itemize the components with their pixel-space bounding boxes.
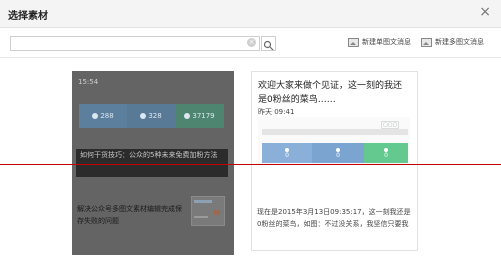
promo-text: 如何干货技巧：公众的5种未来免费加粉方法	[80, 151, 218, 159]
dialog-title: 选择素材	[8, 11, 48, 22]
search-input[interactable]	[11, 43, 237, 56]
card-time: 15:54	[78, 78, 99, 86]
user-icon	[140, 113, 147, 119]
close-icon[interactable]: ×	[479, 4, 491, 20]
article-title: 解决公众号多图文素材编辑完成保存失败的问题	[77, 205, 182, 225]
dialog-titlebar: 选择素材 ×	[0, 0, 501, 28]
cover-bar	[262, 129, 408, 135]
new-multi-button[interactable]: 新建多图文消息	[421, 37, 484, 47]
stat-item: 0	[262, 143, 312, 163]
toolbar-divider	[0, 57, 501, 58]
thumbnail-detail	[194, 200, 212, 203]
cover-stats: 0 0 0	[262, 143, 408, 163]
thumbnail-detail	[194, 216, 208, 218]
stat-item: 0	[364, 143, 408, 163]
stat-item: 328	[127, 104, 175, 128]
thumbnail-detail	[214, 210, 220, 215]
new-single-label: 新建单图文消息	[362, 38, 411, 46]
article-title: 欢迎大家来做个见证，这一刻的我还是0粉丝的菜鸟……	[258, 81, 403, 105]
stat-item: 0	[312, 143, 364, 163]
new-multi-label: 新建多图文消息	[435, 38, 484, 46]
user-icon	[184, 113, 191, 119]
stat-item: 288	[79, 104, 127, 128]
new-single-button[interactable]: 新建单图文消息	[348, 37, 411, 47]
image-icon	[348, 37, 359, 47]
search-icon	[263, 40, 274, 51]
search-button[interactable]	[261, 36, 276, 51]
image-icon	[421, 37, 432, 47]
stats-row: 288 328 37179	[79, 104, 224, 128]
article-digest: 现在是2015年3月13日09:35:17，这一刻我还是0粉丝的菜鸟，如图：不过…	[257, 208, 411, 228]
cover-badge: ▢▢▢	[381, 121, 400, 129]
clear-icon[interactable]: ×	[247, 38, 256, 47]
user-icon	[92, 113, 99, 119]
red-guide-line	[0, 164, 501, 165]
search-box[interactable]: ×	[10, 36, 260, 56]
article-time: 昨天 09:41	[258, 108, 295, 116]
stat-item: 37179	[175, 104, 224, 128]
